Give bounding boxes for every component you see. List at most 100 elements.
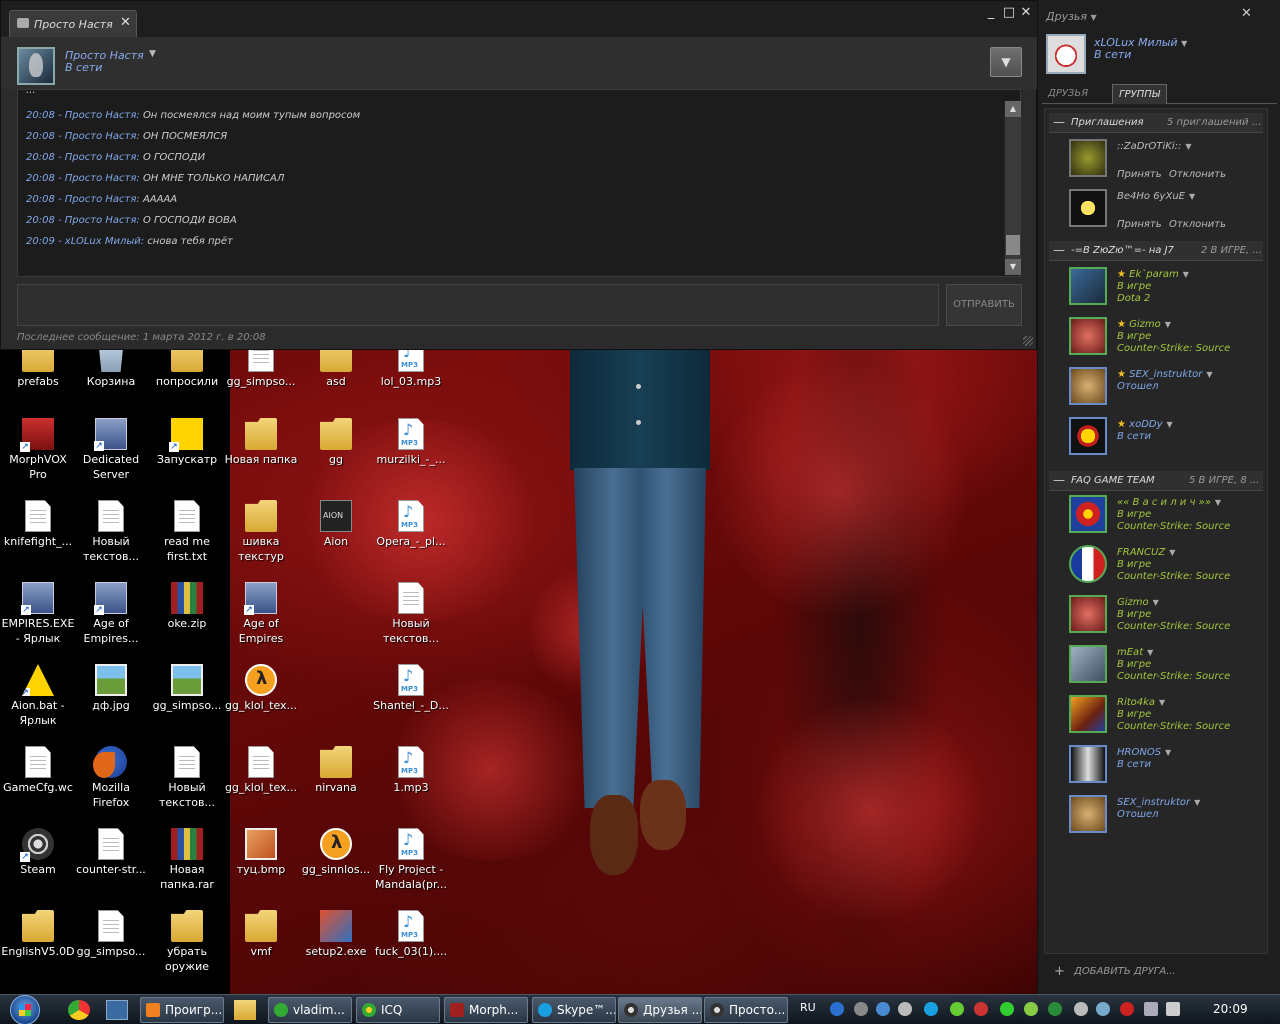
tray-icon[interactable] — [898, 1002, 912, 1016]
language-indicator[interactable]: RU — [800, 1001, 816, 1014]
contact-avatar[interactable] — [17, 47, 55, 85]
avatar[interactable] — [1069, 189, 1107, 227]
desktop-icon[interactable]: nirvana — [298, 746, 374, 826]
desktop-icon[interactable]: Новый текстов... — [149, 746, 225, 826]
desktop-icon[interactable]: Запускатр — [149, 418, 225, 498]
friend-name[interactable]: «« В а с и л и ч »» ▼ — [1117, 497, 1221, 508]
friend-item[interactable]: ★ Gizmo ▼ В игре Counter-Strike: Source — [1069, 317, 1263, 365]
chevron-down-icon[interactable]: ▼ — [1181, 39, 1187, 48]
desktop-icon[interactable]: Dedicated Server — [73, 418, 149, 498]
utorrent-tray-icon[interactable] — [1048, 1002, 1062, 1016]
avatar[interactable] — [1069, 267, 1107, 305]
quicklaunch-icon[interactable] — [106, 1000, 128, 1020]
desktop-icon[interactable]: Age of Empires... — [73, 582, 149, 662]
tab-friends[interactable]: ДРУЗЬЯ — [1042, 84, 1094, 104]
collapse-icon[interactable]: — — [1053, 115, 1065, 129]
desktop-icon[interactable]: gg — [298, 418, 374, 498]
accept-button[interactable]: Принять — [1117, 219, 1162, 230]
desktop-icon[interactable]: EMPIRES.EXE - Ярлык — [0, 582, 76, 662]
friend-item[interactable]: FRANCUZ ▼ В игре Counter-Strike: Source — [1069, 545, 1263, 593]
network-tray-icon[interactable] — [876, 1002, 890, 1016]
taskbar-item-player[interactable]: Проигр... — [140, 997, 224, 1023]
chat-tab[interactable]: Просто Настя ✕ — [9, 10, 137, 37]
desktop-icon[interactable]: gg_klol_tex... — [223, 746, 299, 826]
desktop-icon[interactable]: 1.mp3 — [373, 746, 449, 826]
desktop-icon[interactable]: read me first.txt — [149, 500, 225, 580]
taskbar-item-vladim[interactable]: vladim... — [268, 997, 352, 1023]
avatar[interactable] — [1069, 745, 1107, 783]
chevron-down-icon[interactable]: ▼ — [1206, 370, 1212, 379]
avatar[interactable] — [1069, 645, 1107, 683]
nvidia-tray-icon[interactable] — [950, 1002, 964, 1016]
friend-name[interactable]: Rito4ka ▼ — [1117, 697, 1165, 708]
friend-name[interactable]: Gizmo ▼ — [1117, 597, 1159, 608]
friend-name[interactable]: FRANCUZ ▼ — [1117, 547, 1175, 558]
friend-name[interactable]: Be4Ho 6yXuE ▼ — [1117, 191, 1195, 202]
decline-button[interactable]: Отклонить — [1169, 219, 1226, 230]
avatar[interactable] — [1069, 367, 1107, 405]
avatar[interactable] — [1069, 795, 1107, 833]
chevron-down-icon[interactable]: ▼ — [1167, 420, 1173, 429]
chevron-down-icon[interactable]: ▼ — [1147, 648, 1153, 657]
chat-titlebar[interactable]: Просто Настя ✕ _ □ ✕ — [1, 1, 1038, 37]
desktop-icon[interactable]: gg_simpso... — [223, 340, 299, 420]
chevron-down-icon[interactable]: ▼ — [1183, 270, 1189, 279]
desktop-icon[interactable]: Корзина — [73, 340, 149, 420]
explorer-icon[interactable] — [234, 1000, 256, 1020]
chat-scrollbar[interactable]: ▲ ▼ — [1004, 101, 1021, 275]
desktop-icon[interactable]: Aion.bat - Ярлык — [0, 664, 76, 744]
avatar[interactable] — [1069, 595, 1107, 633]
friends-title[interactable]: Друзья ▼ — [1046, 10, 1097, 23]
collapse-icon[interactable]: — — [1053, 473, 1065, 487]
volume-icon[interactable] — [1166, 1002, 1180, 1016]
decline-button[interactable]: Отклонить — [1169, 169, 1226, 180]
desktop-icon[interactable]: Новый текстов... — [373, 582, 449, 662]
desktop-icon[interactable]: Mozilla Firefox — [73, 746, 149, 826]
desktop-icon[interactable]: Age of Empires — [223, 582, 299, 662]
start-button[interactable] — [4, 995, 48, 1024]
add-friend-button[interactable]: ДОБАВИТЬ ДРУГА... — [1074, 966, 1176, 977]
chevron-down-icon[interactable]: ▼ — [1165, 748, 1171, 757]
group-header[interactable]: — Приглашения 5 приглашений ... — [1049, 113, 1263, 133]
friend-item[interactable]: HRONOS ▼ В сети — [1069, 745, 1263, 793]
avatar[interactable] — [1069, 495, 1107, 533]
taskbar-item-chat[interactable]: Просто... — [704, 997, 788, 1023]
chevron-down-icon[interactable]: ▼ — [1165, 320, 1171, 329]
taskbar-item-skype[interactable]: Skype™... — [532, 997, 616, 1023]
desktop-icon[interactable]: Fly Project - Mandala(pr... — [373, 828, 449, 908]
accept-button[interactable]: Принять — [1117, 169, 1162, 180]
chrome-icon[interactable] — [68, 1000, 90, 1020]
taskbar-item-icq[interactable]: ICQ — [356, 997, 440, 1023]
friend-item[interactable]: ★ Ek`param ▼ В игре Dota 2 — [1069, 267, 1263, 315]
close-tab-icon[interactable]: ✕ — [120, 15, 131, 30]
chat-options-button[interactable]: ▼ — [990, 47, 1022, 77]
friend-item[interactable]: ★ xoDDy ▼ В сети — [1069, 417, 1263, 465]
network-icon[interactable] — [1144, 1002, 1158, 1016]
friend-name[interactable]: ★ xoDDy ▼ — [1117, 419, 1173, 430]
desktop-icon[interactable]: counter-str... — [73, 828, 149, 908]
group-header[interactable]: — -=В ZюZю™=- на J7 2 В ИГРЕ, ... — [1049, 241, 1263, 261]
friend-name[interactable]: SEX_instruktor ▼ — [1117, 797, 1200, 808]
desktop-icon[interactable]: prefabs — [0, 340, 76, 420]
desktop-icon[interactable]: oke.zip — [149, 582, 225, 662]
group-header[interactable]: — FAQ GAME TEAM 5 В ИГРЕ, 8 ... — [1049, 471, 1263, 491]
desktop-icon[interactable]: туц.bmp — [223, 828, 299, 908]
desktop-icon[interactable]: Opera_-_pl... — [373, 500, 449, 580]
friend-name[interactable]: ★ Ek`param ▼ — [1117, 269, 1189, 280]
desktop-icon[interactable]: asd — [298, 340, 374, 420]
chevron-down-icon[interactable]: ▼ — [1159, 698, 1165, 707]
desktop-icon[interactable]: убрать оружие — [149, 910, 225, 990]
tray-icon[interactable] — [1096, 1002, 1110, 1016]
my-avatar[interactable] — [1046, 34, 1086, 74]
desktop-icon[interactable]: шивка текстур — [223, 500, 299, 580]
resize-grip-icon[interactable] — [1023, 336, 1033, 346]
message-input[interactable] — [17, 284, 939, 326]
steam-tray-icon[interactable] — [854, 1002, 868, 1016]
close-icon[interactable]: ✕ — [1241, 6, 1252, 21]
chevron-down-icon[interactable]: ▼ — [1185, 142, 1191, 151]
send-button[interactable]: ОТПРАВИТЬ — [946, 284, 1022, 326]
friend-name[interactable]: HRONOS ▼ — [1117, 747, 1171, 758]
desktop-icon[interactable]: murzilki_-_... — [373, 418, 449, 498]
desktop-icon[interactable]: Shantel_-_D... — [373, 664, 449, 744]
clock[interactable]: 20:09 — [1213, 1002, 1248, 1016]
